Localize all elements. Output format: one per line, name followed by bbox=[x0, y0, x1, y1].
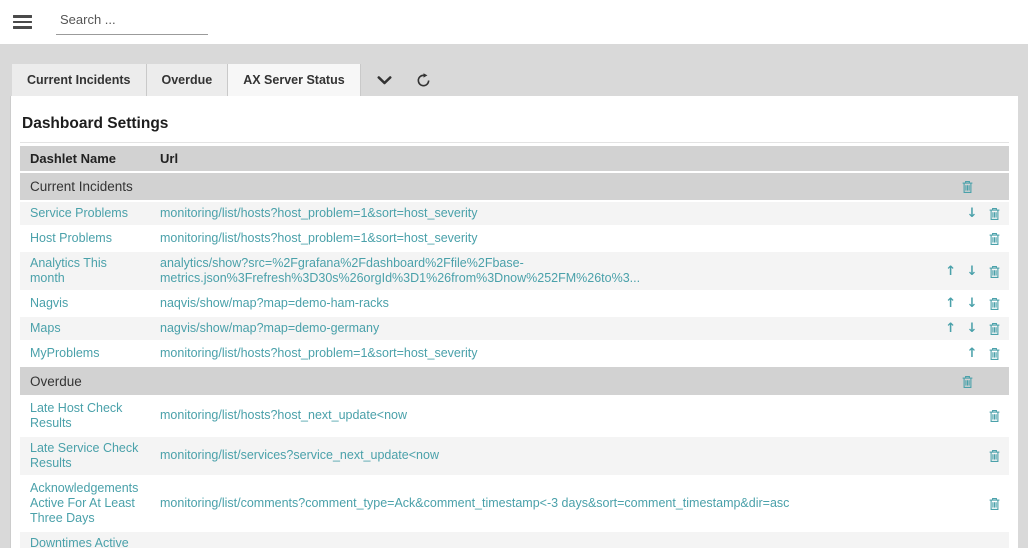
chevron-down-icon[interactable] bbox=[377, 76, 392, 85]
row-actions bbox=[928, 436, 1009, 476]
menu-icon[interactable] bbox=[13, 15, 32, 29]
dashlet-url-link[interactable]: analytics/show?src=%2Fgrafana%2Fdashboar… bbox=[160, 256, 640, 285]
dashlet-name-link[interactable]: Analytics This month bbox=[30, 256, 107, 285]
dashlet-url-link[interactable]: monitoring/list/hosts?host_problem=1&sor… bbox=[160, 206, 478, 220]
row-actions bbox=[928, 396, 1009, 436]
section-row: Overdue bbox=[20, 366, 1009, 395]
delete-icon[interactable] bbox=[988, 409, 1001, 423]
dashboard-tabs: Current IncidentsOverdueAX Server Status bbox=[12, 64, 361, 96]
move-up-icon[interactable]: ↑ bbox=[945, 265, 956, 279]
dashlet-name-link[interactable]: Acknowledgements Active For At Least Thr… bbox=[30, 481, 138, 525]
dashlet-name-link[interactable]: Late Service Check Results bbox=[30, 441, 138, 470]
row-actions bbox=[928, 531, 1009, 548]
section-label: Current Incidents bbox=[20, 172, 928, 201]
dashlet-name-link[interactable]: Maps bbox=[30, 321, 61, 335]
dashlet-url-link[interactable]: monitoring/list/hosts?host_problem=1&sor… bbox=[160, 231, 478, 245]
row-actions: ↓ bbox=[928, 201, 1009, 226]
move-down-icon[interactable]: ↓ bbox=[967, 297, 978, 311]
dashlet-row: Maps nagvis/show/map?map=demo-germany ↑ ↓ bbox=[20, 316, 1009, 341]
search-input[interactable] bbox=[56, 10, 208, 35]
move-down-icon[interactable]: ↓ bbox=[967, 207, 978, 221]
delete-icon[interactable] bbox=[988, 265, 1001, 279]
dashlet-url-link[interactable]: nagvis/show/map?map=demo-germany bbox=[160, 321, 379, 335]
row-actions bbox=[928, 172, 1009, 201]
delete-icon[interactable] bbox=[988, 297, 1001, 311]
content-panel: Dashboard Settings Dashlet Name Url Curr… bbox=[10, 96, 1018, 548]
dashlet-url-link[interactable]: monitoring/list/services?service_next_up… bbox=[160, 448, 439, 462]
row-actions: ↑ ↓ bbox=[928, 316, 1009, 341]
move-down-icon[interactable]: ↓ bbox=[967, 322, 978, 336]
row-actions bbox=[928, 476, 1009, 531]
dashlet-name-link[interactable]: Downtimes Active For More Than Three Day… bbox=[30, 536, 129, 548]
dashlet-name-link[interactable]: Host Problems bbox=[30, 231, 112, 245]
section-row: Current Incidents bbox=[20, 172, 1009, 201]
dashlet-url-link[interactable]: naqvis/show/map?map=demo-ham-racks bbox=[160, 296, 389, 310]
move-up-icon[interactable]: ↑ bbox=[967, 347, 978, 361]
section-label: Overdue bbox=[20, 366, 928, 395]
dashlet-name-link[interactable]: Nagvis bbox=[30, 296, 68, 310]
dashlet-row: Analytics This month analytics/show?src=%… bbox=[20, 251, 1009, 291]
tab-ax-server-status[interactable]: AX Server Status bbox=[228, 64, 360, 96]
row-actions: ↑ bbox=[928, 341, 1009, 366]
move-up-icon[interactable]: ↑ bbox=[945, 322, 956, 336]
delete-icon[interactable] bbox=[988, 449, 1001, 463]
row-actions bbox=[928, 226, 1009, 251]
dashlet-row: Service Problems monitoring/list/hosts?ho… bbox=[20, 201, 1009, 226]
top-bar bbox=[0, 0, 1028, 44]
dashlet-row: Late Service Check Results monitoring/lis… bbox=[20, 436, 1009, 476]
column-header-url: Url bbox=[150, 146, 928, 172]
refresh-icon[interactable] bbox=[416, 73, 431, 88]
actions-column-header bbox=[928, 146, 1009, 172]
dashlet-url-link[interactable]: monitoring/list/comments?comment_type=Ac… bbox=[160, 496, 789, 510]
dashlet-name-link[interactable]: Late Host Check Results bbox=[30, 401, 122, 430]
dashlet-row: Acknowledgements Active For At Least Thr… bbox=[20, 476, 1009, 531]
delete-icon[interactable] bbox=[988, 232, 1001, 246]
tab-bar: Current IncidentsOverdueAX Server Status bbox=[12, 64, 1028, 96]
dashlet-url-link[interactable]: monitoring/list/hosts?host_next_update<n… bbox=[160, 408, 407, 422]
row-actions bbox=[928, 366, 1009, 395]
dashlet-row: Downtimes Active For More Than Three Day… bbox=[20, 531, 1009, 548]
dashlet-row: Host Problems monitoring/list/hosts?host_… bbox=[20, 226, 1009, 251]
delete-icon[interactable] bbox=[988, 207, 1001, 221]
tab-overdue[interactable]: Overdue bbox=[147, 64, 229, 96]
delete-icon[interactable] bbox=[988, 322, 1001, 336]
dashlet-name-link[interactable]: Service Problems bbox=[30, 206, 128, 220]
move-down-icon[interactable]: ↓ bbox=[967, 265, 978, 279]
move-up-icon[interactable]: ↑ bbox=[945, 297, 956, 311]
dashlet-table: Dashlet Name Url Current Incidents Servi… bbox=[20, 146, 1009, 548]
dashlet-name-link[interactable]: MyProblems bbox=[30, 346, 99, 360]
dashlet-row: Late Host Check Results monitoring/list/h… bbox=[20, 396, 1009, 436]
table-header-row: Dashlet Name Url bbox=[20, 146, 1009, 172]
delete-icon[interactable] bbox=[988, 497, 1001, 511]
delete-icon[interactable] bbox=[961, 375, 974, 389]
dashlet-url-link[interactable]: monitoring/list/hosts?host_problem=1&sor… bbox=[160, 346, 478, 360]
delete-icon[interactable] bbox=[961, 180, 974, 194]
tab-current-incidents[interactable]: Current Incidents bbox=[12, 64, 147, 96]
dashlet-row: MyProblems monitoring/list/hosts?host_pro… bbox=[20, 341, 1009, 366]
page-title: Dashboard Settings bbox=[20, 108, 1009, 143]
dashlet-row: Nagvis naqvis/show/map?map=demo-ham-racks… bbox=[20, 291, 1009, 316]
column-header-dashlet-name: Dashlet Name bbox=[20, 146, 150, 172]
row-actions: ↑ ↓ bbox=[928, 251, 1009, 291]
row-actions: ↑ ↓ bbox=[928, 291, 1009, 316]
delete-icon[interactable] bbox=[988, 347, 1001, 361]
